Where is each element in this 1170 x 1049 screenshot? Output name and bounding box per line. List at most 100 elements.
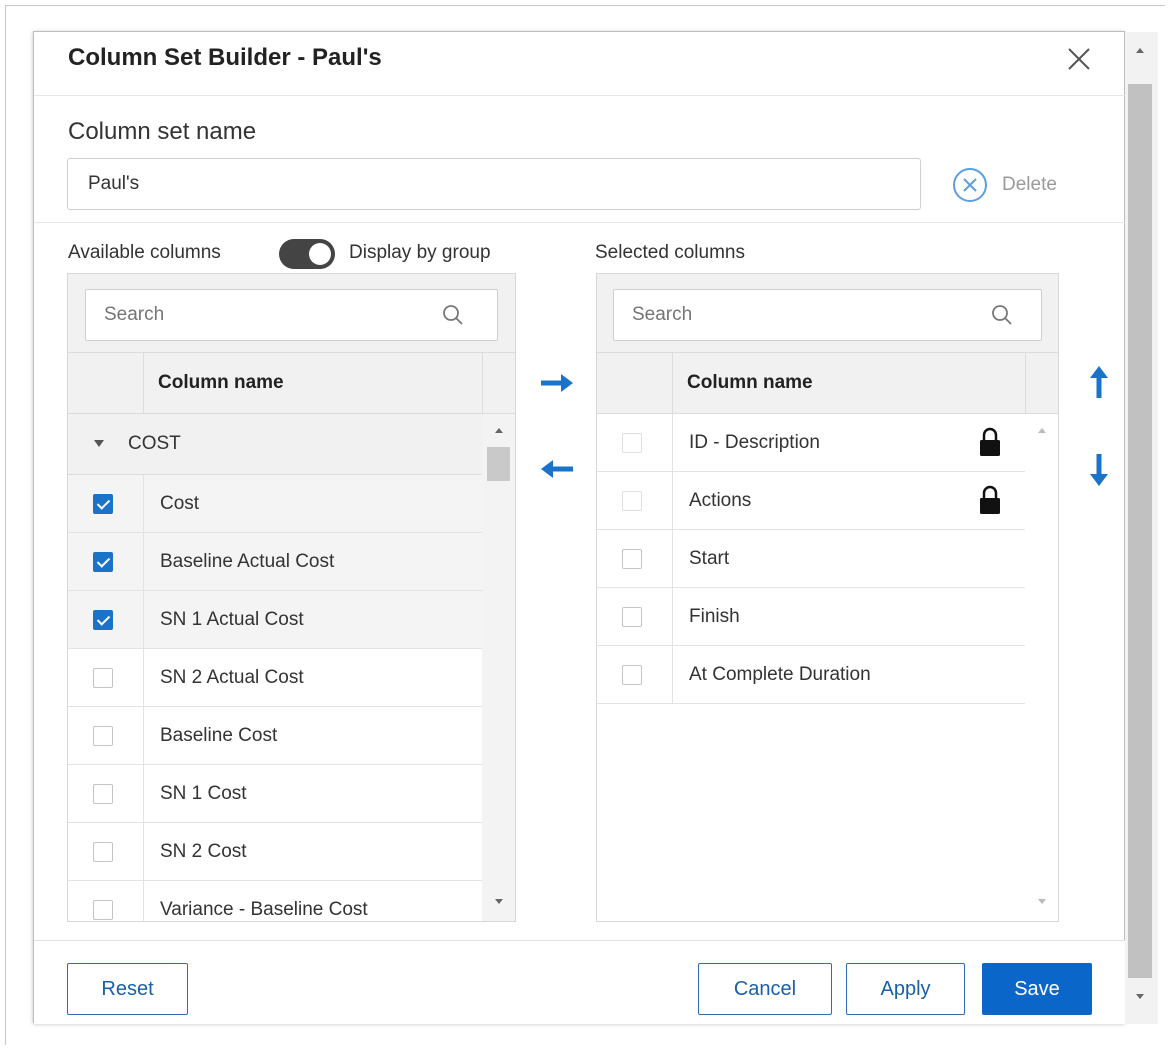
selected-search (613, 289, 1042, 341)
selected-search-input[interactable] (614, 290, 1041, 340)
selected-scrollbar[interactable] (1025, 414, 1058, 921)
move-down-button[interactable] (1086, 450, 1112, 490)
close-button[interactable] (1064, 44, 1094, 74)
row-checkbox[interactable] (622, 491, 642, 511)
row-checkbox[interactable] (93, 494, 113, 514)
close-circle-icon (953, 168, 987, 202)
column-set-name-input[interactable] (67, 158, 921, 210)
row-checkbox[interactable] (93, 668, 113, 688)
row-checkbox[interactable] (93, 784, 113, 804)
row-label: Start (689, 548, 730, 569)
available-scrollbar[interactable] (482, 414, 515, 921)
row-label: Cost (160, 493, 200, 514)
table-row[interactable]: SN 2 Cost (68, 823, 482, 881)
lock-icon (980, 485, 1000, 514)
apply-button[interactable]: Apply (846, 963, 965, 1015)
checkbox-cell (597, 588, 673, 645)
row-label: SN 2 Cost (160, 841, 247, 862)
row-label: At Complete Duration (689, 664, 871, 685)
section-divider (34, 222, 1125, 223)
save-button[interactable]: Save (982, 963, 1092, 1015)
scroll-thumb[interactable] (1128, 84, 1152, 978)
delete-button[interactable]: Delete (952, 168, 1057, 202)
checkbox-cell (597, 414, 673, 471)
checkbox-cell (597, 472, 673, 529)
delete-label: Delete (1002, 174, 1057, 195)
selected-grid-header: Column name (597, 352, 1058, 414)
row-label: Actions (689, 490, 752, 511)
table-row[interactable]: ID - Description (597, 414, 1025, 472)
table-row[interactable]: SN 2 Actual Cost (68, 649, 482, 707)
table-row[interactable]: Baseline Actual Cost (68, 533, 482, 591)
search-icon (992, 305, 1012, 325)
scroll-up-icon[interactable] (1136, 48, 1144, 53)
available-rows: COST Cost Baseline Actual Cost SN 1 Actual… (68, 414, 482, 921)
header-spacer (482, 353, 515, 413)
row-label: Variance - Baseline Cost (160, 899, 368, 920)
row-checkbox[interactable] (622, 665, 642, 685)
remove-from-selected-button[interactable] (537, 456, 577, 482)
table-row[interactable]: SN 1 Cost (68, 765, 482, 823)
header-spacer (1025, 353, 1058, 413)
row-label: SN 1 Cost (160, 783, 247, 804)
scroll-thumb[interactable] (487, 447, 510, 481)
table-row[interactable]: Cost (68, 475, 482, 533)
checkbox-cell (68, 533, 144, 590)
checkbox-cell (68, 649, 144, 706)
row-checkbox[interactable] (622, 433, 642, 453)
checkbox-cell (68, 475, 144, 532)
row-label: SN 1 Actual Cost (160, 609, 304, 630)
dialog-title: Column Set Builder - Paul's (68, 44, 382, 71)
arrow-up-icon (1090, 366, 1108, 398)
scroll-down-icon[interactable] (1038, 899, 1046, 904)
row-checkbox[interactable] (93, 900, 113, 920)
row-checkbox[interactable] (622, 607, 642, 627)
column-name-header[interactable]: Column name (687, 372, 813, 394)
available-search-input[interactable] (86, 290, 497, 340)
header-checkbox-column (68, 353, 144, 413)
close-icon (1068, 48, 1090, 70)
row-label: Baseline Actual Cost (160, 551, 335, 572)
group-row-cost[interactable]: COST (68, 414, 482, 475)
move-up-button[interactable] (1086, 362, 1112, 402)
display-by-group-toggle[interactable] (279, 239, 335, 269)
table-row[interactable]: SN 1 Actual Cost (68, 591, 482, 649)
scroll-down-icon[interactable] (1136, 994, 1144, 999)
reset-button[interactable]: Reset (67, 963, 188, 1015)
table-row[interactable]: At Complete Duration (597, 646, 1025, 704)
lock-icon (980, 427, 1000, 456)
available-columns-label: Available columns (68, 242, 221, 263)
available-search (85, 289, 498, 341)
available-grid-header: Column name (68, 352, 515, 414)
table-row[interactable]: Baseline Cost (68, 707, 482, 765)
row-checkbox[interactable] (622, 549, 642, 569)
cancel-button[interactable]: Cancel (698, 963, 832, 1015)
checkbox-cell (68, 765, 144, 822)
available-columns-panel: Column name COST Cost Baseline Actual Cos… (67, 273, 516, 922)
row-label: ID - Description (689, 432, 820, 453)
table-row[interactable]: Finish (597, 588, 1025, 646)
selected-columns-panel: Column name ID - Description Actions Start… (596, 273, 1059, 922)
table-row[interactable]: Actions (597, 472, 1025, 530)
add-to-selected-button[interactable] (537, 370, 577, 396)
dialog-scrollbar[interactable] (1125, 32, 1158, 1024)
arrow-right-icon (541, 374, 573, 392)
row-checkbox[interactable] (93, 726, 113, 746)
row-label: Finish (689, 606, 740, 627)
column-name-header[interactable]: Column name (158, 372, 284, 394)
row-checkbox[interactable] (93, 842, 113, 862)
checkbox-cell (68, 707, 144, 764)
column-set-builder-dialog: Column Set Builder - Paul's Column set n… (33, 31, 1158, 1024)
table-row[interactable]: Start (597, 530, 1025, 588)
scroll-up-icon[interactable] (1038, 428, 1046, 433)
row-checkbox[interactable] (93, 610, 113, 630)
scroll-down-icon[interactable] (495, 899, 503, 904)
column-set-name-label: Column set name (68, 118, 257, 145)
table-row[interactable]: Variance - Baseline Cost (68, 881, 482, 921)
checkbox-cell (597, 530, 673, 587)
checkbox-cell (597, 646, 673, 703)
arrow-down-icon (1090, 454, 1108, 486)
row-checkbox[interactable] (93, 552, 113, 572)
arrow-left-icon (541, 460, 573, 478)
scroll-up-icon[interactable] (495, 428, 503, 433)
